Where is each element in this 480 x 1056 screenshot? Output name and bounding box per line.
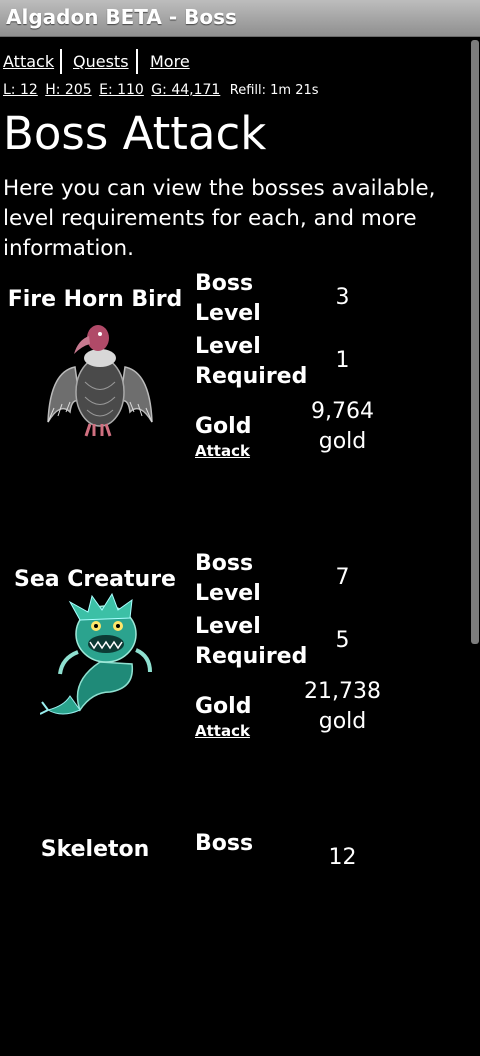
nav-quests-link[interactable]: Quests — [73, 52, 129, 71]
gold-label: Gold — [195, 694, 252, 719]
scrollbar[interactable] — [471, 40, 479, 644]
nav-divider — [60, 49, 62, 74]
title-bar: Algadon BETA - Boss — [0, 0, 480, 37]
window-title: Algadon BETA - Boss — [6, 5, 237, 29]
stat-level-link[interactable]: L: 12 — [3, 82, 38, 98]
attack-link[interactable]: Attack — [195, 722, 250, 740]
gold-value: 21,738 gold — [304, 679, 381, 734]
sea-monster-icon — [40, 592, 152, 715]
nav-attack-link[interactable]: Attack — [3, 52, 54, 71]
boss-level-value: 12 — [328, 845, 357, 870]
stat-health-link[interactable]: H: 205 — [45, 82, 91, 98]
page-title: Boss Attack — [3, 107, 267, 160]
page-intro: Here you can view the bosses available, … — [3, 176, 436, 261]
gold-value: 9,764 gold — [311, 399, 374, 454]
stat-gold-link[interactable]: G: 44,171 — [151, 82, 220, 98]
boss-level-value: 3 — [335, 285, 350, 310]
nav-divider — [136, 49, 138, 74]
boss-card: Sea Creature Boss Level 7 Level Required 5… — [0, 546, 470, 776]
attack-link[interactable]: Attack — [195, 442, 250, 460]
level-required-label: Level Required — [195, 614, 308, 669]
boss-level-label: Boss — [195, 831, 254, 856]
boss-level-label: Boss Level — [195, 271, 261, 326]
level-required-value: 1 — [335, 348, 350, 373]
boss-level-label: Boss Level — [195, 551, 261, 606]
stat-energy-link[interactable]: E: 110 — [99, 82, 144, 98]
boss-card: Fire Horn Bird Boss Level 3 Level Required… — [0, 266, 470, 496]
level-required-value: 5 — [335, 628, 350, 653]
nav-more-link[interactable]: More — [150, 52, 190, 71]
level-required-label: Level Required — [195, 334, 308, 389]
boss-card: Skeleton Boss 12 — [0, 826, 470, 1056]
boss-name: Skeleton — [40, 837, 150, 862]
boss-name: Fire Horn Bird — [7, 287, 183, 312]
gold-label: Gold — [195, 414, 252, 439]
refill-timer: Refill: 1m 21s — [229, 83, 319, 98]
vulture-icon — [47, 325, 153, 437]
boss-name: Sea Creature — [14, 567, 176, 592]
boss-level-value: 7 — [335, 565, 350, 590]
player-stats: L: 12 H: 205 E: 110 G: 44,171 Refill: 1m… — [3, 82, 319, 98]
